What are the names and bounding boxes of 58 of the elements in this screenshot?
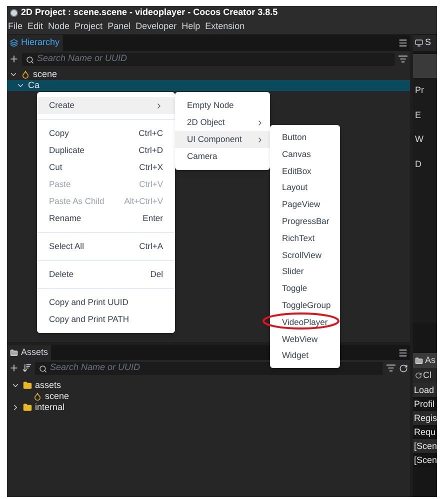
menu-item[interactable]: Delete Del	[37, 266, 175, 283]
menu-item[interactable]: Duplicate Ctrl+D	[37, 142, 175, 159]
menu-item[interactable]: Toggle	[282, 282, 308, 295]
log-row: Regis	[413, 411, 437, 425]
menu-item[interactable]: Widget	[282, 349, 308, 362]
menu-item[interactable]: Select All Ctrl+A	[37, 238, 175, 255]
menu-item[interactable]: Developer	[136, 20, 177, 34]
tree-row[interactable]: scene	[7, 391, 410, 402]
menu-item[interactable]: Button	[282, 131, 307, 144]
menu-item[interactable]: File	[8, 20, 23, 34]
window-title: 2D Project : scene.scene - videoplayer - Cocos Creator 3.8.5	[21, 6, 278, 20]
menu-item[interactable]: ProgressBar	[282, 215, 330, 228]
menu-item[interactable]: Panel	[108, 20, 131, 34]
menu-item[interactable]: Rename Enter	[37, 210, 175, 227]
tree-label: internal	[35, 400, 65, 414]
menu-item[interactable]: Slider	[282, 265, 304, 278]
menu-item[interactable]: Edit	[28, 20, 44, 34]
tree-row[interactable]: scene	[7, 69, 410, 80]
menu-item[interactable]: UI Component	[175, 131, 270, 148]
log-row: Load	[413, 383, 437, 397]
tree-label: Ca	[28, 78, 40, 92]
hierarchy-tab[interactable]: Hierarchy	[7, 35, 63, 51]
menu-item[interactable]: Copy Ctrl+C	[37, 125, 175, 142]
clear-button[interactable]: Cl	[413, 368, 437, 383]
property-label: D	[415, 158, 422, 170]
menu-item[interactable]: Node	[48, 20, 70, 34]
assets-preview-tab[interactable]: As	[413, 353, 437, 368]
menu-item[interactable]: Canvas	[282, 148, 311, 161]
menu-item[interactable]: ToggleGroup	[282, 298, 331, 312]
menu-item[interactable]: Create	[37, 97, 175, 114]
menu-item[interactable]: EditBox	[282, 164, 312, 178]
log-row: [Scen	[413, 439, 437, 453]
menu-item[interactable]: Layout	[282, 181, 308, 194]
assets-tab[interactable]: Assets	[7, 345, 52, 360]
scene-tab[interactable]: S	[413, 35, 437, 51]
menu-item[interactable]: Extension	[205, 20, 245, 34]
menu-item[interactable]: Copy and Print PATH	[37, 311, 175, 328]
menu-item[interactable]: Help	[182, 20, 200, 34]
tree-label: scene	[45, 390, 70, 403]
tree-label: scene	[33, 68, 58, 81]
menu-item[interactable]: Empty Node	[175, 97, 270, 114]
tree-row[interactable]: internal	[7, 402, 410, 413]
tree-label: assets	[35, 378, 62, 392]
property-label: Pr	[415, 84, 425, 97]
tree-row[interactable]: Ca	[7, 80, 410, 91]
menu-item[interactable]: WebView	[282, 332, 318, 346]
menu-item[interactable]: ScrollView	[282, 248, 322, 262]
menu-item[interactable]: Camera	[175, 148, 270, 165]
menu-item[interactable]: 2D Object	[175, 114, 270, 131]
tree-row[interactable]: assets	[7, 380, 410, 391]
property-label: W	[415, 133, 424, 146]
menu-item[interactable]: PageView	[282, 198, 320, 211]
property-label: E	[415, 108, 422, 122]
search-field[interactable]: Search Name or UUID	[22, 52, 395, 66]
menu-item[interactable]: RichText	[282, 232, 315, 245]
menu-item[interactable]: Project	[74, 20, 103, 34]
menu-item[interactable]: Copy and Print UUID	[37, 294, 175, 311]
menu-item[interactable]: Cut Ctrl+X	[37, 159, 175, 176]
